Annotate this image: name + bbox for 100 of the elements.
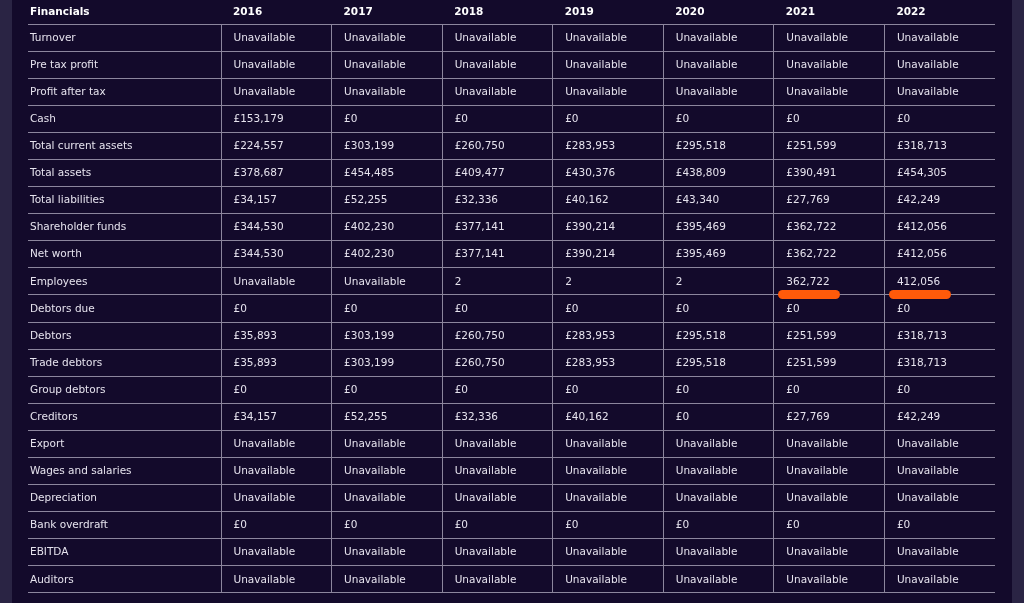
table-cell: £283,953 (552, 132, 664, 160)
table-cell: Unavailable (331, 457, 443, 485)
table-cell: Unavailable (884, 457, 995, 485)
table-cell: £260,750 (442, 322, 553, 350)
table-cell: Unavailable (663, 430, 774, 458)
table-cell: £224,557 (221, 132, 332, 160)
table-cell: £0 (884, 376, 995, 404)
table-cell: £32,336 (442, 403, 553, 431)
table-cell: £402,230 (331, 240, 443, 268)
table-cell: £0 (552, 511, 664, 539)
table-cell: Unavailable (331, 538, 443, 566)
table-cell: Unavailable (773, 565, 885, 593)
table-cell: Unavailable (663, 565, 774, 593)
table-cell: £0 (331, 294, 443, 323)
column-header: 2019 (552, 0, 664, 24)
table-cell: Unavailable (331, 267, 443, 295)
table-cell: £395,469 (663, 213, 774, 241)
table-cell: £318,713 (884, 349, 995, 377)
table-cell: Unavailable (221, 484, 332, 512)
table-cell: Unavailable (552, 457, 664, 485)
table-cell: Unavailable (331, 430, 443, 458)
table-cell: Unavailable (442, 538, 553, 566)
table-cell: 2 (442, 267, 553, 295)
table-cell: Unavailable (221, 267, 332, 295)
table-cell: Unavailable (442, 24, 553, 52)
table-cell: £344,530 (221, 213, 332, 241)
table-cell: Unavailable (442, 78, 553, 106)
table-cell: Unavailable (552, 538, 664, 566)
table-cell: £0 (221, 294, 332, 323)
table-cell: £283,953 (552, 349, 664, 377)
table-cell: £0 (442, 105, 553, 133)
table-cell: Unavailable (552, 24, 664, 52)
table-cell: £295,518 (663, 322, 774, 350)
table-cell: Unavailable (331, 24, 443, 52)
table-cell: Unavailable (331, 51, 443, 79)
row-label: Employees (28, 267, 221, 295)
row-label: Depreciation (28, 484, 221, 512)
table-cell: £52,255 (331, 186, 443, 214)
table-cell: Unavailable (442, 484, 553, 512)
table-cell: Unavailable (442, 430, 553, 458)
table-cell: Unavailable (221, 538, 332, 566)
table-cell: £52,255 (331, 403, 443, 431)
row-label: Debtors (28, 322, 221, 350)
table-cell: £40,162 (552, 403, 664, 431)
table-cell: Unavailable (663, 51, 774, 79)
table-cell: Unavailable (884, 430, 995, 458)
table-cell: £0 (884, 511, 995, 539)
table-cell: £251,599 (773, 132, 885, 160)
column-header: 2020 (663, 0, 774, 24)
table-cell: £318,713 (884, 132, 995, 160)
table-cell: £295,518 (663, 132, 774, 160)
table-cell: £362,722 (773, 213, 885, 241)
table-cell: Unavailable (773, 484, 885, 512)
column-header: 2017 (331, 0, 443, 24)
row-label: Creditors (28, 403, 221, 431)
table-cell: £0 (663, 105, 774, 133)
table-cell: £260,750 (442, 132, 553, 160)
table-cell: £303,199 (331, 349, 443, 377)
table-cell: £42,249 (884, 403, 995, 431)
table-cell: £283,953 (552, 322, 664, 350)
row-label: Total liabilities (28, 186, 221, 214)
table-cell: £0 (884, 105, 995, 133)
table-cell: Unavailable (884, 484, 995, 512)
table-cell: £251,599 (773, 349, 885, 377)
table-cell: Unavailable (884, 24, 995, 52)
table-cell: £0 (221, 376, 332, 404)
table-cell: 362,722 (773, 267, 885, 295)
table-cell: Unavailable (331, 565, 443, 593)
table-cell: £35,893 (221, 322, 332, 350)
table-cell: £412,056 (884, 213, 995, 241)
row-label: EBITDA (28, 538, 221, 566)
table-cell: Unavailable (552, 51, 664, 79)
row-label: Bank overdraft (28, 511, 221, 539)
table-cell: £454,305 (884, 159, 995, 187)
table-cell: Unavailable (663, 24, 774, 52)
table-cell: Unavailable (442, 51, 553, 79)
column-header: 2021 (773, 0, 885, 24)
table-cell: Unavailable (773, 78, 885, 106)
table-cell: £378,687 (221, 159, 332, 187)
table-cell: £303,199 (331, 132, 443, 160)
table-cell: £377,141 (442, 240, 553, 268)
table-cell: £35,893 (221, 349, 332, 377)
table-cell: £34,157 (221, 403, 332, 431)
table-cell: £295,518 (663, 349, 774, 377)
table-cell: £395,469 (663, 240, 774, 268)
table-cell: £0 (221, 511, 332, 539)
table-cell: £0 (663, 511, 774, 539)
table-cell: Unavailable (884, 51, 995, 79)
table-cell: Unavailable (663, 457, 774, 485)
table-cell: £0 (663, 403, 774, 431)
table-cell: Unavailable (663, 78, 774, 106)
table-cell: £153,179 (221, 105, 332, 133)
table-cell: £0 (331, 376, 443, 404)
row-label: Total assets (28, 159, 221, 187)
table-cell: 2 (663, 267, 774, 295)
row-label: Shareholder funds (28, 213, 221, 241)
column-header: 2018 (442, 0, 553, 24)
row-label: Profit after tax (28, 78, 221, 106)
table-cell: £0 (773, 376, 885, 404)
row-label: Total current assets (28, 132, 221, 160)
